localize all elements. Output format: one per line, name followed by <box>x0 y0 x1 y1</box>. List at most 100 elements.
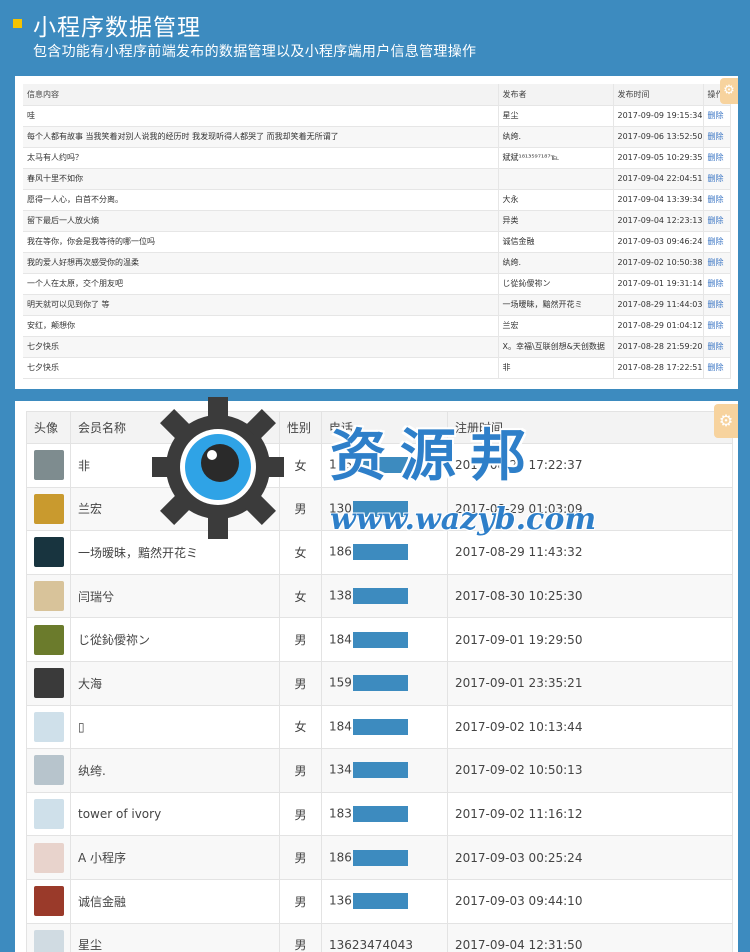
member-gender: 男 <box>279 660 322 706</box>
avatar <box>33 624 64 655</box>
member-gender: 男 <box>279 835 322 880</box>
avatar <box>33 450 64 481</box>
delete-link[interactable]: 删除 <box>703 357 731 379</box>
column-header: 发布者 <box>498 84 614 106</box>
phone-redaction <box>352 588 408 605</box>
register-time: 2017-09-03 00:25:24 <box>447 835 733 880</box>
message-author: 兰宏 <box>498 315 614 337</box>
avatar-cell <box>26 660 71 706</box>
member-name: 诚信金融 <box>70 878 280 924</box>
phone-prefix: 138 <box>329 588 352 603</box>
message-content: 一个人在太原，交个朋友吧 <box>23 273 499 295</box>
phone-redaction <box>352 849 408 866</box>
message-author: 异类 <box>498 210 614 232</box>
avatar <box>33 755 64 786</box>
delete-link[interactable]: 删除 <box>703 147 731 169</box>
register-time: 2017-09-04 12:31:50 <box>447 922 733 952</box>
member-name: tower of ivory <box>70 791 280 837</box>
table-row: 一个人在太原，交个朋友吧 じ從鈊僾祢ン 2017-09-01 19:31:14 删除 <box>23 273 731 295</box>
message-content: 春风十里不如你 <box>23 168 499 190</box>
message-content: 我在等你，你会是我等待的哪一位吗 <box>23 231 499 253</box>
avatar <box>33 886 64 917</box>
delete-link[interactable]: 删除 <box>703 210 731 232</box>
member-name: 纨绔. <box>70 748 280 793</box>
table-row: 明天就可以见到你了 等一场暧昧，黯然开花ミ 2017-08-29 11:44:03… <box>23 294 731 316</box>
avatar-cell <box>26 922 71 952</box>
phone-redaction <box>352 806 408 823</box>
phone-prefix: 186 <box>329 850 352 865</box>
message-content: 明天就可以见到你了 等 <box>23 294 499 316</box>
table-row: 大海男 159 2017-09-01 23:35:21 <box>26 660 733 706</box>
column-header: 性别 <box>279 411 322 444</box>
table-row: A 小程序男 186 2017-09-03 00:25:24 <box>26 835 733 880</box>
delete-link[interactable]: 删除 <box>703 231 731 253</box>
delete-link[interactable]: 删除 <box>703 315 731 337</box>
register-time: 2017-09-02 10:50:13 <box>447 748 733 793</box>
message-author: 诚信金融 <box>498 231 614 253</box>
message-content: 愿得一人心，白首不分离。 <box>23 189 499 211</box>
delete-link[interactable]: 删除 <box>703 273 731 295</box>
table-row: 我在等你，你会是我等待的哪一位吗 诚信金融 2017-09-03 09:46:24 删… <box>23 231 731 253</box>
watermark-text: 资源邦 <box>330 423 540 489</box>
delete-link[interactable]: 删除 <box>703 105 731 127</box>
register-time: 2017-09-02 10:13:44 <box>447 704 733 750</box>
table-row: 纨绔. 男 134 2017-09-02 10:50:13 <box>26 748 733 793</box>
member-gender: 女 <box>279 573 322 619</box>
phone-prefix: 183 <box>329 806 352 821</box>
message-author: 非 <box>498 357 614 379</box>
table-row: じ從鈊僾祢ン男 184 2017-09-01 19:29:50 <box>26 617 733 662</box>
member-phone: 183 <box>321 791 448 837</box>
avatar <box>33 537 64 568</box>
member-name: A 小程序 <box>70 835 280 880</box>
message-content: 哇 <box>23 105 499 127</box>
phone-redaction <box>352 544 408 561</box>
member-phone: 186 <box>321 835 448 880</box>
message-author: 纨绔. <box>498 252 614 274</box>
member-phone: 184 <box>321 704 448 750</box>
delete-link[interactable]: 删除 <box>703 294 731 316</box>
message-time: 2017-09-04 22:04:51 <box>613 168 704 190</box>
member-gender: 男 <box>279 791 322 837</box>
avatar <box>33 581 64 612</box>
member-name: じ從鈊僾祢ン <box>70 617 280 662</box>
table-row: 安红，颠想你 兰宏 2017-08-29 01:04:12 删除 <box>23 315 731 337</box>
message-time: 2017-08-29 01:04:12 <box>613 315 704 337</box>
message-content: 安红，颠想你 <box>23 315 499 337</box>
message-time: 2017-08-28 17:22:51 <box>613 357 704 379</box>
delete-link[interactable]: 删除 <box>703 252 731 274</box>
phone-redaction <box>352 675 408 692</box>
message-author: 星尘 <box>498 105 614 127</box>
message-author: X。幸福\互联创想&天创数据 <box>498 336 614 358</box>
register-time: 2017-08-29 11:43:32 <box>447 530 733 575</box>
member-gender: 女 <box>279 530 322 575</box>
avatar <box>33 929 64 952</box>
delete-link[interactable]: 删除 <box>703 168 731 190</box>
avatar-cell <box>26 443 71 488</box>
member-gender: 女 <box>279 704 322 750</box>
member-gender: 男 <box>279 486 322 532</box>
table-row: 一场暧昧，黯然开花ミ女 186 2017-08-29 11:43:32 <box>26 530 733 575</box>
settings-gear-icon[interactable]: ⚙ <box>714 404 738 438</box>
avatar-cell <box>26 486 71 532</box>
delete-link[interactable]: 删除 <box>703 336 731 358</box>
table-row: 诚信金融男 136 2017-09-03 09:44:10 <box>26 878 733 924</box>
phone-prefix: 13623474043 <box>329 937 413 952</box>
message-time: 2017-09-05 10:29:35 <box>613 147 704 169</box>
message-time: 2017-09-04 12:23:13 <box>613 210 704 232</box>
avatar-cell <box>26 878 71 924</box>
avatar <box>33 799 64 830</box>
delete-link[interactable]: 删除 <box>703 189 731 211</box>
member-phone: 159 <box>321 660 448 706</box>
settings-gear-icon[interactable]: ⚙ <box>720 78 738 104</box>
table-row: 留下最后一人放火熵 异类 2017-09-04 12:23:13 删除 <box>23 210 731 232</box>
message-time: 2017-09-01 19:31:14 <box>613 273 704 295</box>
avatar-cell <box>26 748 71 793</box>
page-title: 小程序数据管理 <box>33 15 201 41</box>
table-row: 闫瑞兮女 138 2017-08-30 10:25:30 <box>26 573 733 619</box>
phone-redaction <box>352 718 408 735</box>
watermark-gear-eye-icon <box>152 397 284 539</box>
message-content: 七夕快乐 <box>23 357 499 379</box>
title-bullet <box>13 19 22 28</box>
avatar <box>33 842 64 873</box>
delete-link[interactable]: 删除 <box>703 126 731 148</box>
